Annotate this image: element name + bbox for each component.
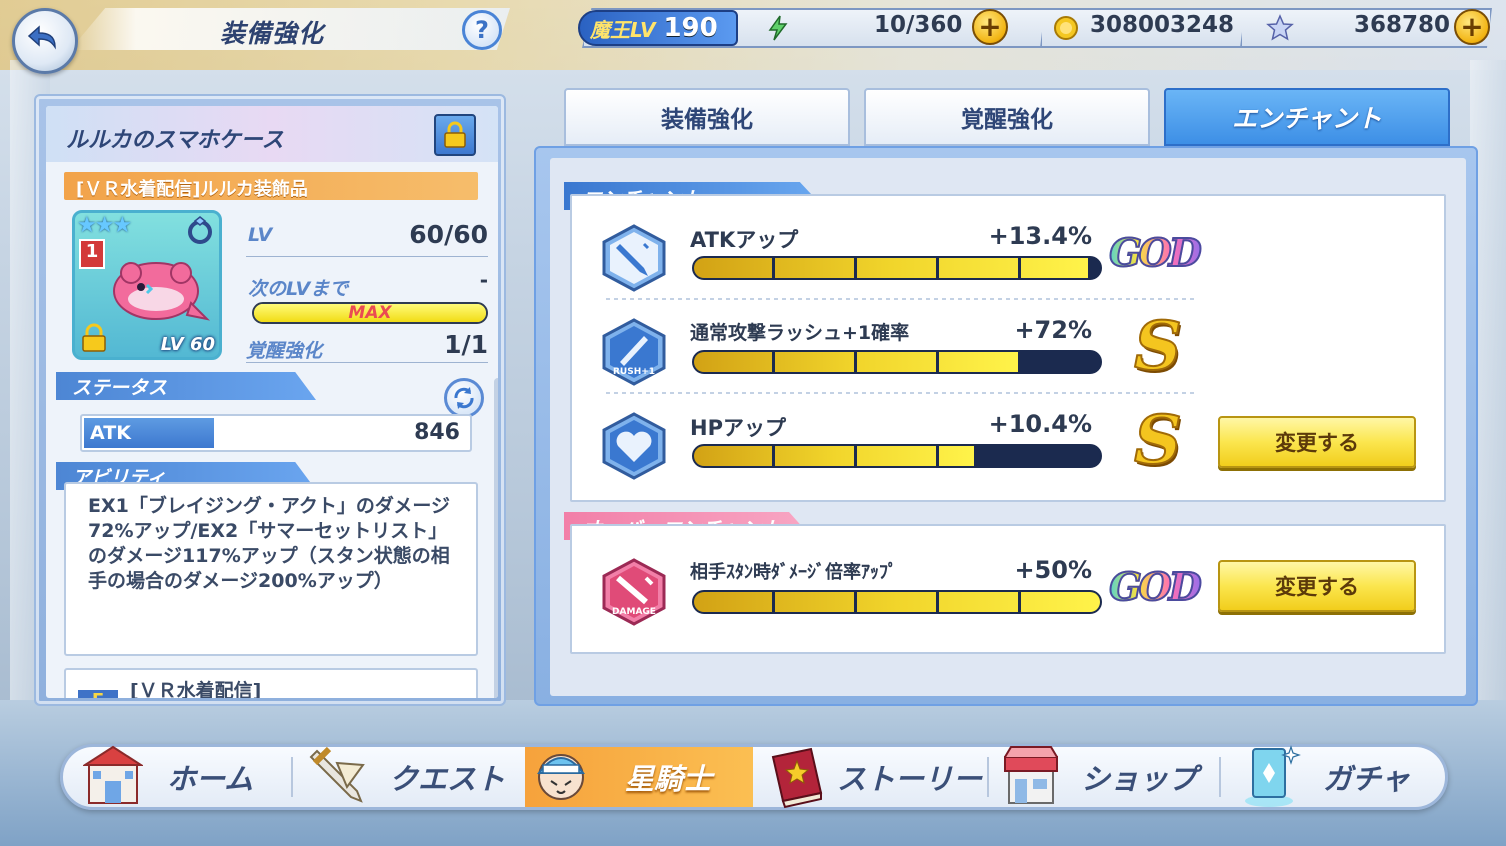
heart-icon <box>602 412 666 480</box>
grade-badge: S <box>1133 400 1183 480</box>
ring-icon <box>188 216 212 244</box>
svg-text:DAMAGE: DAMAGE <box>612 607 656 617</box>
bottom-nav: ホーム クエスト 星騎士 ストーリー ショップ ガチャ <box>60 744 1448 810</box>
tab-equip-enhance[interactable]: 装備強化 <box>564 88 850 146</box>
item-card[interactable]: ★★★ 1 LV 60 <box>72 210 222 360</box>
lv-label: LV <box>248 224 273 246</box>
over-enchant-box: DAMAGE 相手ｽﾀﾝ時ﾀﾞﾒｰｼﾞ倍率ｱｯﾌﾟ +50% GOD 変更する <box>570 524 1446 654</box>
grade-badge: S <box>1133 306 1183 386</box>
star-gem-icon <box>1266 14 1294 41</box>
rush-icon: RUSH+1 <box>602 318 666 386</box>
over-enchant-pct: +50% <box>1014 556 1092 584</box>
refresh-icon <box>454 387 474 409</box>
enchant-bar <box>692 350 1102 374</box>
nav-story-label: ストーリー <box>837 762 983 796</box>
ability-item-2[interactable]: E [ＶＲ水着配信] <box>64 668 478 698</box>
item-name-bar: ルルカのスマホケース <box>46 106 498 162</box>
enchant-pct: +10.4% <box>988 410 1092 438</box>
card-lock-icon <box>82 323 106 352</box>
enchant-list: ATKアップ +13.4% GOD RUSH+1 通常攻撃ラッシュ+1確率 +7… <box>570 194 1446 502</box>
stamina-plus-button[interactable]: + <box>972 9 1008 45</box>
enchant-row-rush: RUSH+1 通常攻撃ラッシュ+1確率 +72% S <box>572 306 1442 392</box>
sword-icon <box>602 224 666 292</box>
atk-stat-row: ATK 846 <box>80 414 472 452</box>
coin-value: 308003248 <box>1090 12 1235 38</box>
stamina-value: 10/360 <box>874 12 963 38</box>
over-enchant-name: 相手ｽﾀﾝ時ﾀﾞﾒｰｼﾞ倍率ｱｯﾌﾟ <box>690 562 897 583</box>
ability-badge: E <box>78 690 118 698</box>
grade-badge: GOD <box>1104 550 1204 622</box>
exp-bar-label: MAX <box>348 303 392 323</box>
back-button[interactable] <box>12 8 78 74</box>
tab-awaken-enhance[interactable]: 覚醒強化 <box>864 88 1150 146</box>
gacha-card-icon <box>1245 745 1301 807</box>
nav-story[interactable]: ストーリー <box>757 747 985 809</box>
exp-bar: MAX <box>252 302 488 324</box>
atk-label: ATK <box>90 422 131 444</box>
tab-enchant[interactable]: エンチャント <box>1164 88 1450 146</box>
enchant-pct: +72% <box>1014 316 1092 344</box>
nav-gacha-label: ガチャ <box>1323 762 1410 796</box>
page-title: 装備強化 <box>220 19 325 48</box>
enchant-name: HPアップ <box>690 416 786 440</box>
nav-shop-label: ショップ <box>1081 762 1198 796</box>
enchant-bar <box>692 444 1102 468</box>
atk-value: 846 <box>414 420 460 445</box>
back-arrow-icon <box>27 25 56 50</box>
ability-description: EX1「ブレイジング・アクト」のダメージ72%アップ/EX2「サマーセットリスト… <box>64 482 478 656</box>
enchant-pct: +13.4% <box>988 222 1092 250</box>
over-enchant-bar <box>692 590 1102 614</box>
card-level: LV 60 <box>160 334 215 355</box>
item-subtitle-bar: [ＶＲ水着配信]ルルカ装飾品 <box>64 172 478 200</box>
svg-text:RUSH+1: RUSH+1 <box>613 367 655 377</box>
awaken-value: 1/1 <box>444 330 488 359</box>
nav-star-knight[interactable]: 星騎士 <box>525 747 753 807</box>
demon-level-label: 魔王LV <box>590 17 656 42</box>
scrollbar[interactable] <box>494 378 498 698</box>
quest-sword-icon <box>309 746 365 803</box>
top-bar: 装備強化 ? 魔王LV 190 10/360 + 308003248 36878… <box>0 0 1506 74</box>
ability-2-label: [ＶＲ水着配信] <box>130 680 262 698</box>
item-subtitle: [ＶＲ水着配信]ルルカ装飾品 <box>76 179 308 200</box>
star-gem-value: 368780 <box>1354 12 1451 38</box>
grade-badge: GOD <box>1104 216 1204 288</box>
rarity-stars: ★★★ <box>77 213 132 238</box>
help-button[interactable]: ? <box>462 10 502 50</box>
home-icon <box>83 745 143 804</box>
lock-button[interactable] <box>434 114 476 156</box>
enchant-bar <box>692 256 1102 280</box>
nav-quest[interactable]: クエスト <box>303 746 523 807</box>
nav-home-label: ホーム <box>167 762 254 796</box>
enchant-panel: エンチャント ATKアップ +13.4% GOD <box>534 146 1478 706</box>
nav-star-knight-label: 星騎士 <box>625 762 713 796</box>
change-enchant-button[interactable]: 変更する <box>1218 416 1416 468</box>
lv-value: 60/60 <box>409 220 488 249</box>
coin-icon <box>1054 16 1078 40</box>
dolphin-phone-case-icon <box>113 262 211 321</box>
nav-quest-label: クエスト <box>389 762 506 796</box>
shop-icon <box>1004 746 1058 804</box>
nav-gacha[interactable]: ガチャ <box>1227 745 1441 807</box>
nav-shop[interactable]: ショップ <box>995 746 1219 807</box>
item-name: ルルカのスマホケース <box>66 128 284 153</box>
next-lv-label: 次のLVまで <box>248 278 349 300</box>
demon-level-badge: 魔王LV 190 <box>578 10 738 46</box>
book-icon <box>771 747 823 809</box>
status-section-header: ステータス <box>56 372 316 400</box>
demon-level-value: 190 <box>663 13 718 43</box>
change-over-enchant-button[interactable]: 変更する <box>1218 560 1416 612</box>
enchant-name: ATKアップ <box>690 228 799 252</box>
enchant-row-atk: ATKアップ +13.4% GOD <box>572 212 1442 298</box>
knight-icon <box>537 754 585 800</box>
damage-icon: DAMAGE <box>602 558 666 626</box>
item-detail-panel: ルルカのスマホケース [ＶＲ水着配信]ルルカ装飾品 ★★★ 1 LV 60 LV… <box>34 94 506 706</box>
enchant-name: 通常攻撃ラッシュ+1確率 <box>690 322 910 344</box>
padlock-icon <box>444 121 466 148</box>
awaken-label: 覚醒強化 <box>246 340 323 362</box>
star-gem-plus-button[interactable]: + <box>1454 9 1490 45</box>
nav-home[interactable]: ホーム <box>77 745 291 807</box>
lightning-icon <box>768 15 788 41</box>
next-lv-value: - <box>479 268 488 292</box>
refresh-button[interactable] <box>444 378 484 418</box>
